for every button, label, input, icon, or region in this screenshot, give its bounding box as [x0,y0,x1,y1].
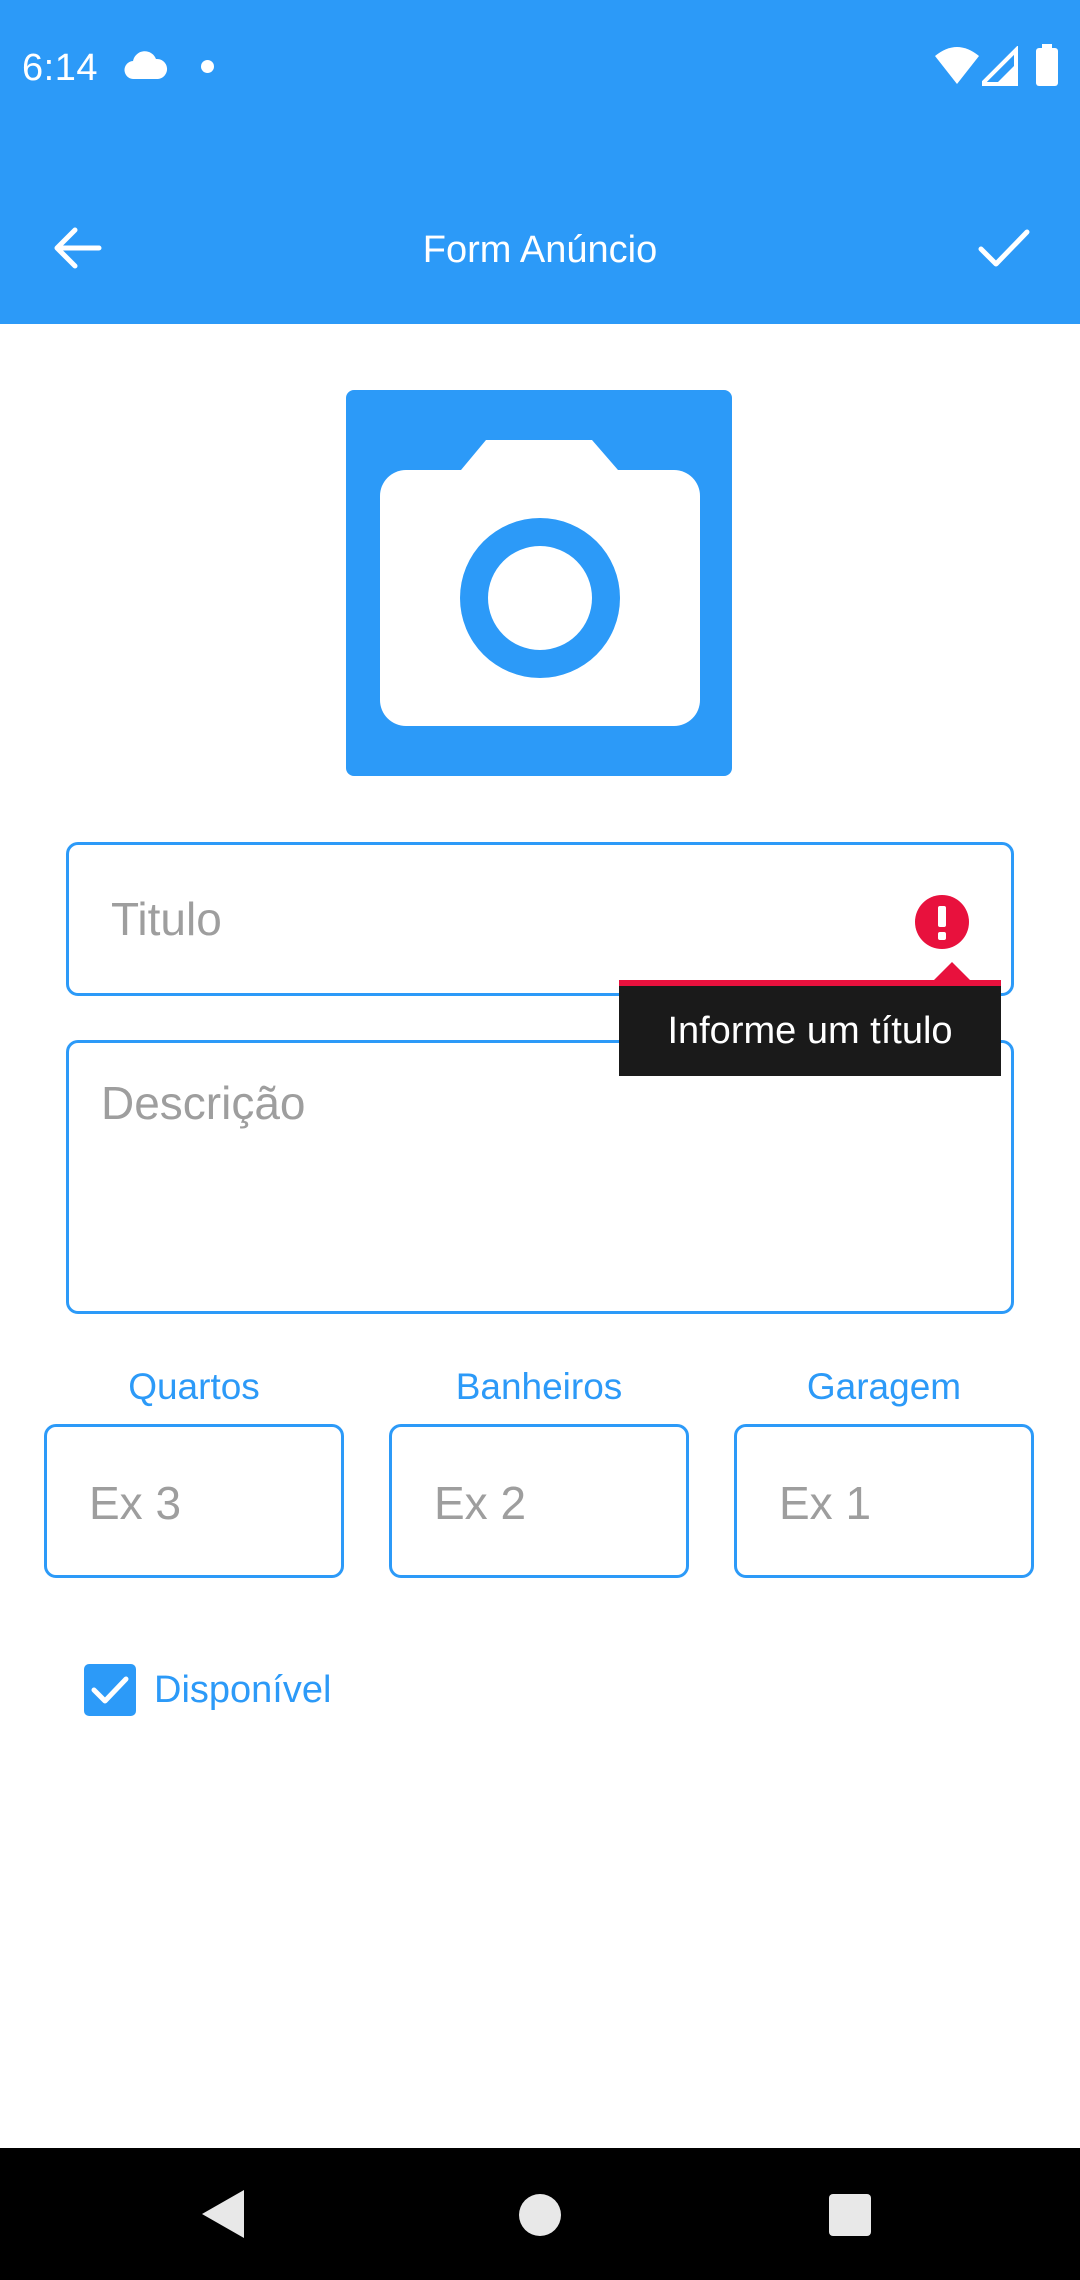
bathrooms-placeholder: Ex 2 [434,1477,527,1529]
wifi-icon [935,47,979,84]
error-tooltip: Informe um título [619,980,1001,1076]
garage-label: Garagem [806,1366,962,1407]
available-label: Disponível [154,1669,332,1711]
check-icon [978,229,1030,267]
error-tooltip-arrow [932,962,972,982]
save-button[interactable] [964,210,1044,286]
error-icon [915,895,969,949]
app-bar: 6:14 Form Anúncio [0,0,1080,324]
nav-recents-icon[interactable] [829,2194,871,2236]
system-nav-bar [0,2148,1080,2280]
bathrooms-input[interactable]: Ex 2 [389,1424,689,1578]
form-screen: 6:14 Form Anúncio Titulo Descrição Infor… [0,0,1080,2280]
camera-icon [380,440,700,726]
cloud-icon [124,51,168,80]
bathrooms-label: Banheiros [455,1366,623,1407]
garage-placeholder: Ex 1 [779,1477,872,1529]
status-time: 6:14 [22,47,98,89]
notification-dot-icon [201,60,214,73]
garage-input[interactable]: Ex 1 [734,1424,1034,1578]
description-input[interactable]: Descrição [66,1040,1014,1314]
checkmark-icon [91,1676,129,1704]
rooms-input[interactable]: Ex 3 [44,1424,344,1578]
description-placeholder: Descrição [101,1077,306,1129]
nav-home-icon[interactable] [519,2194,561,2236]
available-checkbox[interactable] [84,1664,136,1716]
available-checkbox-row[interactable]: Disponível [84,1662,331,1718]
signal-icon [982,46,1018,86]
nav-back-icon[interactable] [200,2188,246,2240]
rooms-placeholder: Ex 3 [89,1477,182,1529]
rooms-label: Quartos [128,1366,260,1407]
title-placeholder: Titulo [111,893,222,945]
battery-icon [1036,44,1058,86]
photo-button[interactable] [346,390,732,776]
page-title: Form Anúncio [422,229,658,271]
title-input[interactable]: Titulo [66,842,1014,996]
